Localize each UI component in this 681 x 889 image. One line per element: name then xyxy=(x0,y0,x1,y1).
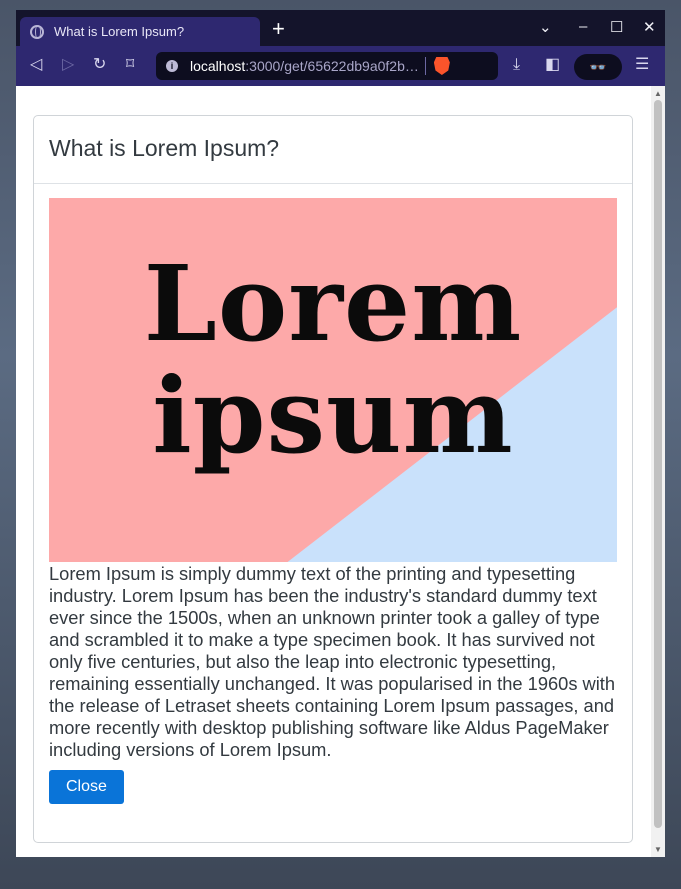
brave-shields-icon[interactable] xyxy=(433,57,450,75)
modal-description: Lorem Ipsum is simply dummy text of the … xyxy=(49,563,616,760)
modal-header: What is Lorem Ipsum? xyxy=(34,116,632,184)
sidebar-icon[interactable]: ◧ xyxy=(545,56,560,74)
modal-body: Lorem ipsum Lorem Ipsum is simply dummy … xyxy=(34,184,632,804)
url-host: localhost xyxy=(190,58,246,74)
globe-icon xyxy=(30,24,44,39)
minimize-icon[interactable]: – xyxy=(579,18,587,35)
site-info-icon[interactable]: i xyxy=(166,60,178,72)
vertical-scrollbar[interactable]: ▲ ▼ xyxy=(651,86,665,857)
close-button[interactable]: Close xyxy=(49,770,124,804)
new-tab-button[interactable]: + xyxy=(272,18,285,40)
maximize-icon[interactable]: ☐ xyxy=(610,18,623,36)
forward-icon[interactable]: ▷ xyxy=(62,56,74,74)
reload-icon[interactable]: ↻ xyxy=(93,56,106,74)
scrollbar-thumb[interactable] xyxy=(654,100,662,828)
url-path: :3000/get/65622db9a0f2b… xyxy=(245,58,419,74)
image-word-lorem: Lorem xyxy=(143,242,523,365)
browser-toolbar: ◁ ▷ ↻ ⌑ i localhost :3000/get/65622db9a0… xyxy=(16,46,665,86)
modal-title: What is Lorem Ipsum? xyxy=(49,135,280,161)
modal-dialog: What is Lorem Ipsum? Lorem ipsum Lorem I… xyxy=(33,115,633,843)
url-separator xyxy=(424,57,426,75)
back-icon[interactable]: ◁ xyxy=(30,56,42,74)
image-word-ipsum: ipsum xyxy=(152,354,514,477)
tab-title: What is Lorem Ipsum? xyxy=(54,24,185,39)
tab-active[interactable]: What is Lorem Ipsum? xyxy=(20,17,260,46)
reader-mode-icon[interactable]: 👓 xyxy=(574,54,622,80)
tab-list-dropdown-icon[interactable]: ⌄ xyxy=(539,18,552,36)
address-bar[interactable]: i localhost :3000/get/65622db9a0f2b… xyxy=(156,52,498,80)
downloads-icon[interactable]: ⤓ xyxy=(513,56,520,74)
bookmark-icon[interactable]: ⌑ xyxy=(126,56,134,74)
browser-window: What is Lorem Ipsum? + ⌄ – ☐ ✕ ◁ ▷ ↻ ⌑ i… xyxy=(16,10,665,857)
lorem-ipsum-image: Lorem ipsum xyxy=(49,198,617,562)
page-viewport: What is Lorem Ipsum? Lorem ipsum Lorem I… xyxy=(16,86,665,857)
scroll-down-icon[interactable]: ▼ xyxy=(654,845,662,854)
window-close-icon[interactable]: ✕ xyxy=(643,18,656,36)
menu-icon[interactable]: ☰ xyxy=(635,56,649,74)
tab-bar: What is Lorem Ipsum? + ⌄ – ☐ ✕ xyxy=(16,10,665,46)
scroll-up-icon[interactable]: ▲ xyxy=(654,89,662,98)
